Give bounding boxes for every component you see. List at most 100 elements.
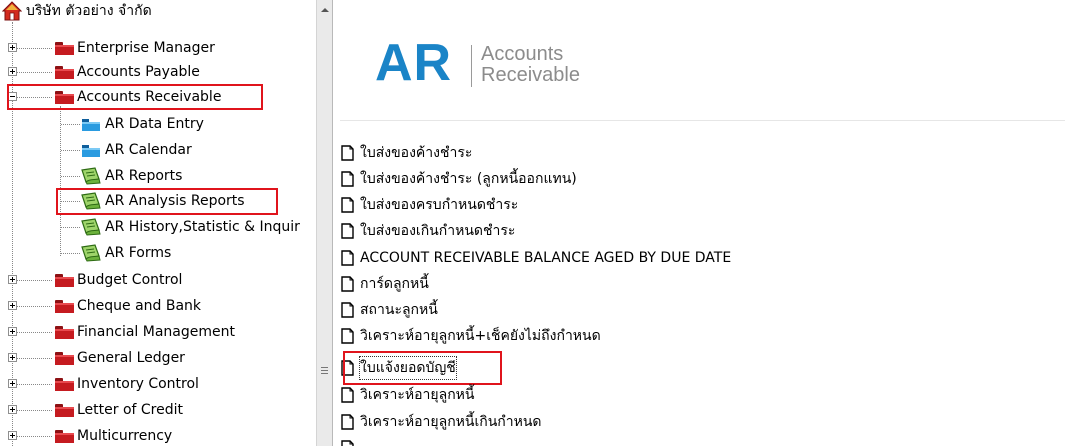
tree-item-label: Financial Management — [77, 324, 235, 340]
report-item[interactable]: ใบแจ้งยอดบัญชี — [340, 356, 1060, 380]
tree-item-label: Accounts Receivable — [77, 89, 222, 105]
expand-icon[interactable] — [8, 379, 17, 388]
scroll-up-arrow-icon[interactable] — [321, 8, 329, 12]
folder-icon — [82, 119, 100, 131]
tree-connector — [17, 72, 52, 73]
tree-item-inventory-control[interactable]: Inventory Control — [0, 373, 316, 395]
folder-icon — [55, 352, 74, 365]
document-icon — [341, 440, 354, 446]
report-item[interactable]: ใบส่งของครบกำหนดชำระ — [340, 194, 1060, 216]
document-icon — [341, 171, 354, 187]
document-icon — [341, 302, 354, 318]
tree-item-cheque-and-bank[interactable]: Cheque and Bank — [0, 295, 316, 317]
tree-connector — [61, 227, 80, 228]
report-item-label: ใบแจ้งยอดบัญชี — [359, 356, 457, 380]
report-item[interactable] — [340, 437, 1060, 446]
folder-icon — [55, 378, 74, 391]
report-item-label: วิเคราะห์อายุลูกหนี้ — [360, 387, 475, 403]
report-item[interactable]: ใบส่งของค้างชำระ — [340, 142, 1060, 164]
tree-item-label: Budget Control — [77, 272, 183, 288]
tree-connector — [17, 384, 52, 385]
home-icon — [2, 1, 22, 21]
folder-icon — [82, 145, 100, 157]
report-icon — [81, 244, 101, 262]
module-header: AR Accounts Receivable — [340, 0, 1065, 121]
folder-icon — [55, 300, 74, 313]
report-item-label: ใบส่งของค้างชำระ (ลูกหนี้ออกแทน) — [360, 171, 577, 187]
report-icon — [81, 192, 101, 210]
document-icon — [341, 197, 354, 213]
expand-icon[interactable] — [8, 431, 17, 440]
document-icon — [341, 360, 354, 376]
tree-connector — [17, 306, 52, 307]
report-item[interactable]: วิเคราะห์อายุลูกหนี้+เช็คยังไม่ถึงกำหนด — [340, 325, 1060, 347]
tree-scrollbar[interactable] — [316, 0, 333, 446]
tree-item-label: AR Forms — [105, 245, 172, 261]
tree-connector — [17, 97, 52, 98]
tree-item-label: Enterprise Manager — [77, 40, 215, 56]
tree-item-ar-history[interactable]: AR History,Statistic & Inquir — [0, 216, 316, 238]
tree-item-label: AR Calendar — [105, 142, 192, 158]
tree-connector — [61, 176, 80, 177]
tree-item-letter-of-credit[interactable]: Letter of Credit — [0, 399, 316, 421]
document-icon — [341, 250, 354, 266]
tree-item-label: General Ledger — [77, 350, 185, 366]
tree-item-financial-management[interactable]: Financial Management — [0, 321, 316, 343]
tree-connector — [61, 253, 80, 254]
tree-root-label: บริษัท ตัวอย่าง จำกัด — [26, 3, 152, 19]
folder-icon — [55, 430, 74, 443]
scroll-grip-icon[interactable] — [321, 367, 328, 368]
expand-icon[interactable] — [8, 353, 17, 362]
report-item-label: การ์ดลูกหนี้ — [360, 276, 429, 292]
tree-item-ar-data-entry[interactable]: AR Data Entry — [0, 113, 316, 135]
tree-item-accounts-payable[interactable]: Accounts Payable — [0, 61, 316, 83]
tree-connector — [17, 48, 52, 49]
tree-item-multicurrency[interactable]: Multicurrency — [0, 425, 316, 446]
report-item-label: ACCOUNT RECEIVABLE BALANCE AGED BY DUE D… — [360, 250, 732, 266]
tree-item-budget-control[interactable]: Budget Control — [0, 269, 316, 291]
report-item[interactable]: การ์ดลูกหนี้ — [340, 273, 1060, 295]
tree-item-ar-reports[interactable]: AR Reports — [0, 165, 316, 187]
report-item[interactable]: ใบส่งของค้างชำระ (ลูกหนี้ออกแทน) — [340, 168, 1060, 190]
report-item-label: ใบส่งของเกินกำหนดชำระ — [360, 223, 516, 239]
tree-item-ar-forms[interactable]: AR Forms — [0, 242, 316, 264]
tree-item-enterprise-manager[interactable]: Enterprise Manager — [0, 37, 316, 59]
collapse-icon[interactable] — [8, 92, 17, 101]
tree-connector — [61, 201, 80, 202]
expand-icon[interactable] — [8, 405, 17, 414]
report-item[interactable]: สถานะลูกหนี้ — [340, 299, 1060, 321]
expand-icon[interactable] — [8, 67, 17, 76]
document-icon — [341, 414, 354, 430]
logo-separator — [471, 45, 472, 87]
tree-item-general-ledger[interactable]: General Ledger — [0, 347, 316, 369]
tree-item-label: Letter of Credit — [77, 402, 184, 418]
tree-connector — [17, 358, 52, 359]
tree-item-label: Cheque and Bank — [77, 298, 202, 314]
tree-item-label: AR History,Statistic & Inquir — [105, 219, 300, 235]
tree-connector — [17, 410, 52, 411]
tree-item-ar-calendar[interactable]: AR Calendar — [0, 139, 316, 161]
folder-icon — [55, 404, 74, 417]
folder-icon — [55, 274, 74, 287]
module-subtitle: Accounts Receivable — [481, 44, 580, 86]
report-icon — [81, 218, 101, 236]
tree-item-accounts-receivable[interactable]: Accounts Receivable — [0, 86, 316, 108]
report-item-label: ใบส่งของครบกำหนดชำระ — [360, 197, 519, 213]
expand-icon[interactable] — [8, 43, 17, 52]
report-item[interactable]: ใบส่งของเกินกำหนดชำระ — [340, 220, 1060, 242]
document-icon — [341, 387, 354, 403]
report-item-label: สถานะลูกหนี้ — [360, 302, 438, 318]
tree-item-ar-analysis-reports[interactable]: AR Analysis Reports — [0, 190, 316, 212]
subtitle-line-2: Receivable — [481, 64, 580, 86]
document-icon — [341, 276, 354, 292]
report-item[interactable]: วิเคราะห์อายุลูกหนี้เกินกำหนด — [340, 411, 1060, 433]
expand-icon[interactable] — [8, 275, 17, 284]
tree-connector — [61, 124, 80, 125]
report-item[interactable]: วิเคราะห์อายุลูกหนี้ — [340, 384, 1060, 406]
folder-icon — [55, 326, 74, 339]
expand-icon[interactable] — [8, 327, 17, 336]
tree-root[interactable]: บริษัท ตัวอย่าง จำกัด — [0, 0, 316, 22]
expand-icon[interactable] — [8, 301, 17, 310]
report-item[interactable]: ACCOUNT RECEIVABLE BALANCE AGED BY DUE D… — [340, 247, 1060, 269]
document-icon — [341, 145, 354, 161]
